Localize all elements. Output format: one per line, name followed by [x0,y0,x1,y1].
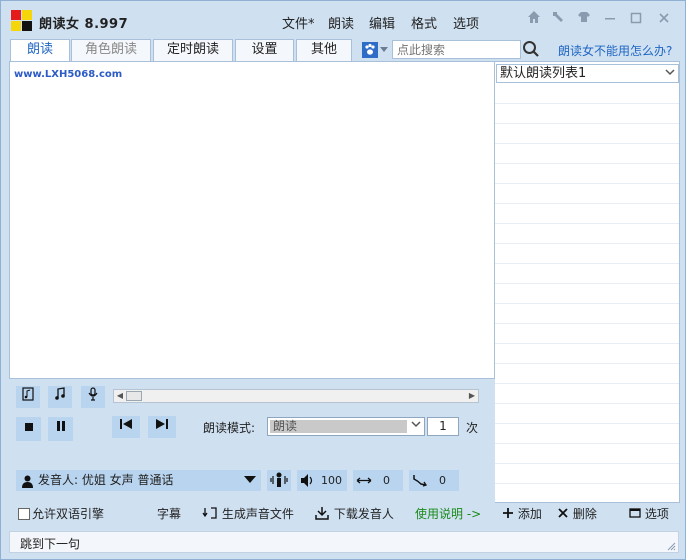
menu-file[interactable]: 文件* [282,13,315,32]
window-icon [629,508,641,518]
mode-select-value: 朗读 [270,420,407,433]
help-link[interactable]: 朗读女不能用怎么办? [558,42,672,59]
list-options-label: 选项 [644,507,669,521]
stop-icon [24,423,33,431]
speed-value: 0 [383,474,390,487]
speaker-person-icon [270,472,288,487]
speed-control[interactable]: 0 [353,470,403,491]
status-bar: 跳到下一句 [9,531,679,553]
search-engine-dropdown[interactable] [362,41,390,59]
download-voice-label: 下载发音人 [333,507,394,521]
voice-test-button[interactable] [267,470,291,491]
add-label: 添加 [517,507,542,521]
bilingual-engine-label: 允许双语引擎 [32,507,105,521]
pause-icon [56,421,65,431]
close-icon[interactable] [654,10,674,30]
subtitle-button[interactable]: 字幕 [157,506,181,522]
instructions-link[interactable]: 使用说明 -> [415,506,481,522]
search-input[interactable] [392,40,521,59]
repeat-count-unit: 次 [466,421,479,435]
delete-button[interactable]: 删除 [557,506,597,522]
editor-text: www.LXH5068.com [14,69,123,80]
repeat-count-input[interactable]: 1 [427,417,459,436]
progress-scrollbar[interactable]: ◀ ▶ [113,389,479,403]
app-window: 朗读女 8.997 文件* 朗读 编辑 格式 选项 朗读 角色朗读 定时朗读 设… [0,0,686,560]
app-title: 朗读女 8.997 [39,17,129,32]
speed-arrows-icon [356,470,372,498]
tab-timed-read[interactable]: 定时朗读 [153,39,233,61]
bilingual-engine-checkbox[interactable] [18,508,30,520]
generate-audio-label: 生成声音文件 [221,507,294,521]
download-icon [315,507,329,520]
tab-other[interactable]: 其他 [296,39,352,61]
download-voice-button[interactable]: 下载发音人 [314,506,394,522]
tab-role-read[interactable]: 角色朗读 [71,39,151,61]
skin-icon[interactable] [574,10,594,30]
previous-button[interactable] [112,416,140,438]
playlist-list[interactable] [495,84,679,502]
open-file-button[interactable] [16,386,40,408]
skip-back-icon [120,419,132,429]
home-icon[interactable] [524,10,544,30]
menu-read[interactable]: 朗读 [328,13,354,32]
playlist-select-value: 默认朗读列表1 [500,66,587,81]
pitch-value: 0 [439,474,446,487]
pitch-curve-icon [412,470,428,498]
person-icon [21,474,34,488]
tab-read[interactable]: 朗读 [10,39,70,62]
tab-settings[interactable]: 设置 [235,39,294,61]
app-logo-icon [11,10,32,31]
microphone-icon [88,387,98,401]
file-music-icon [22,387,34,401]
stop-button[interactable] [16,417,41,441]
dropdown-triangle-icon [243,470,257,491]
voice-select[interactable]: 发音人: 优姐 女声 普通话 [16,470,261,491]
scroll-right-icon[interactable]: ▶ [466,390,478,402]
music-button[interactable] [48,386,72,408]
playlist-panel: 默认朗读列表1 [494,61,680,503]
maximize-icon[interactable] [626,10,646,30]
volume-value: 100 [321,474,342,487]
pitch-control[interactable]: 0 [409,470,459,491]
next-button[interactable] [148,416,176,438]
mode-select[interactable]: 朗读 [267,417,425,436]
minimize-icon[interactable] [600,10,620,30]
chevron-down-icon [411,419,421,432]
menu-edit[interactable]: 编辑 [369,13,395,32]
search-icon[interactable] [522,40,540,58]
text-editor[interactable]: www.LXH5068.com [9,61,495,379]
playlist-select[interactable]: 默认朗读列表1 [496,64,679,83]
menu-format[interactable]: 格式 [411,13,437,32]
microphone-button[interactable] [81,386,105,408]
volume-icon [300,470,314,498]
list-options-button[interactable]: 选项 [629,506,669,522]
chevron-down-icon [665,66,675,83]
pause-button[interactable] [48,417,73,441]
plus-icon [503,508,513,518]
tools-icon[interactable] [548,10,568,30]
generate-audio-button[interactable]: 生成声音文件 [202,506,294,522]
x-icon [558,508,568,518]
mode-label: 朗读模式: [203,421,256,435]
add-button[interactable]: 添加 [502,506,542,522]
menu-options[interactable]: 选项 [453,13,479,32]
status-text: 跳到下一句 [20,537,81,551]
title-bar: 朗读女 8.997 文件* 朗读 编辑 格式 选项 [1,1,685,37]
scroll-thumb[interactable] [126,391,142,401]
skip-forward-icon [156,419,168,429]
voice-select-value: 发音人: 优姐 女声 普通话 [38,473,174,487]
volume-control[interactable]: 100 [297,470,347,491]
convert-icon [202,507,217,519]
delete-label: 删除 [572,507,597,521]
scroll-left-icon[interactable]: ◀ [114,390,126,402]
music-note-icon [55,387,65,400]
paw-icon [362,42,388,58]
resize-grip-icon[interactable] [666,540,676,551]
